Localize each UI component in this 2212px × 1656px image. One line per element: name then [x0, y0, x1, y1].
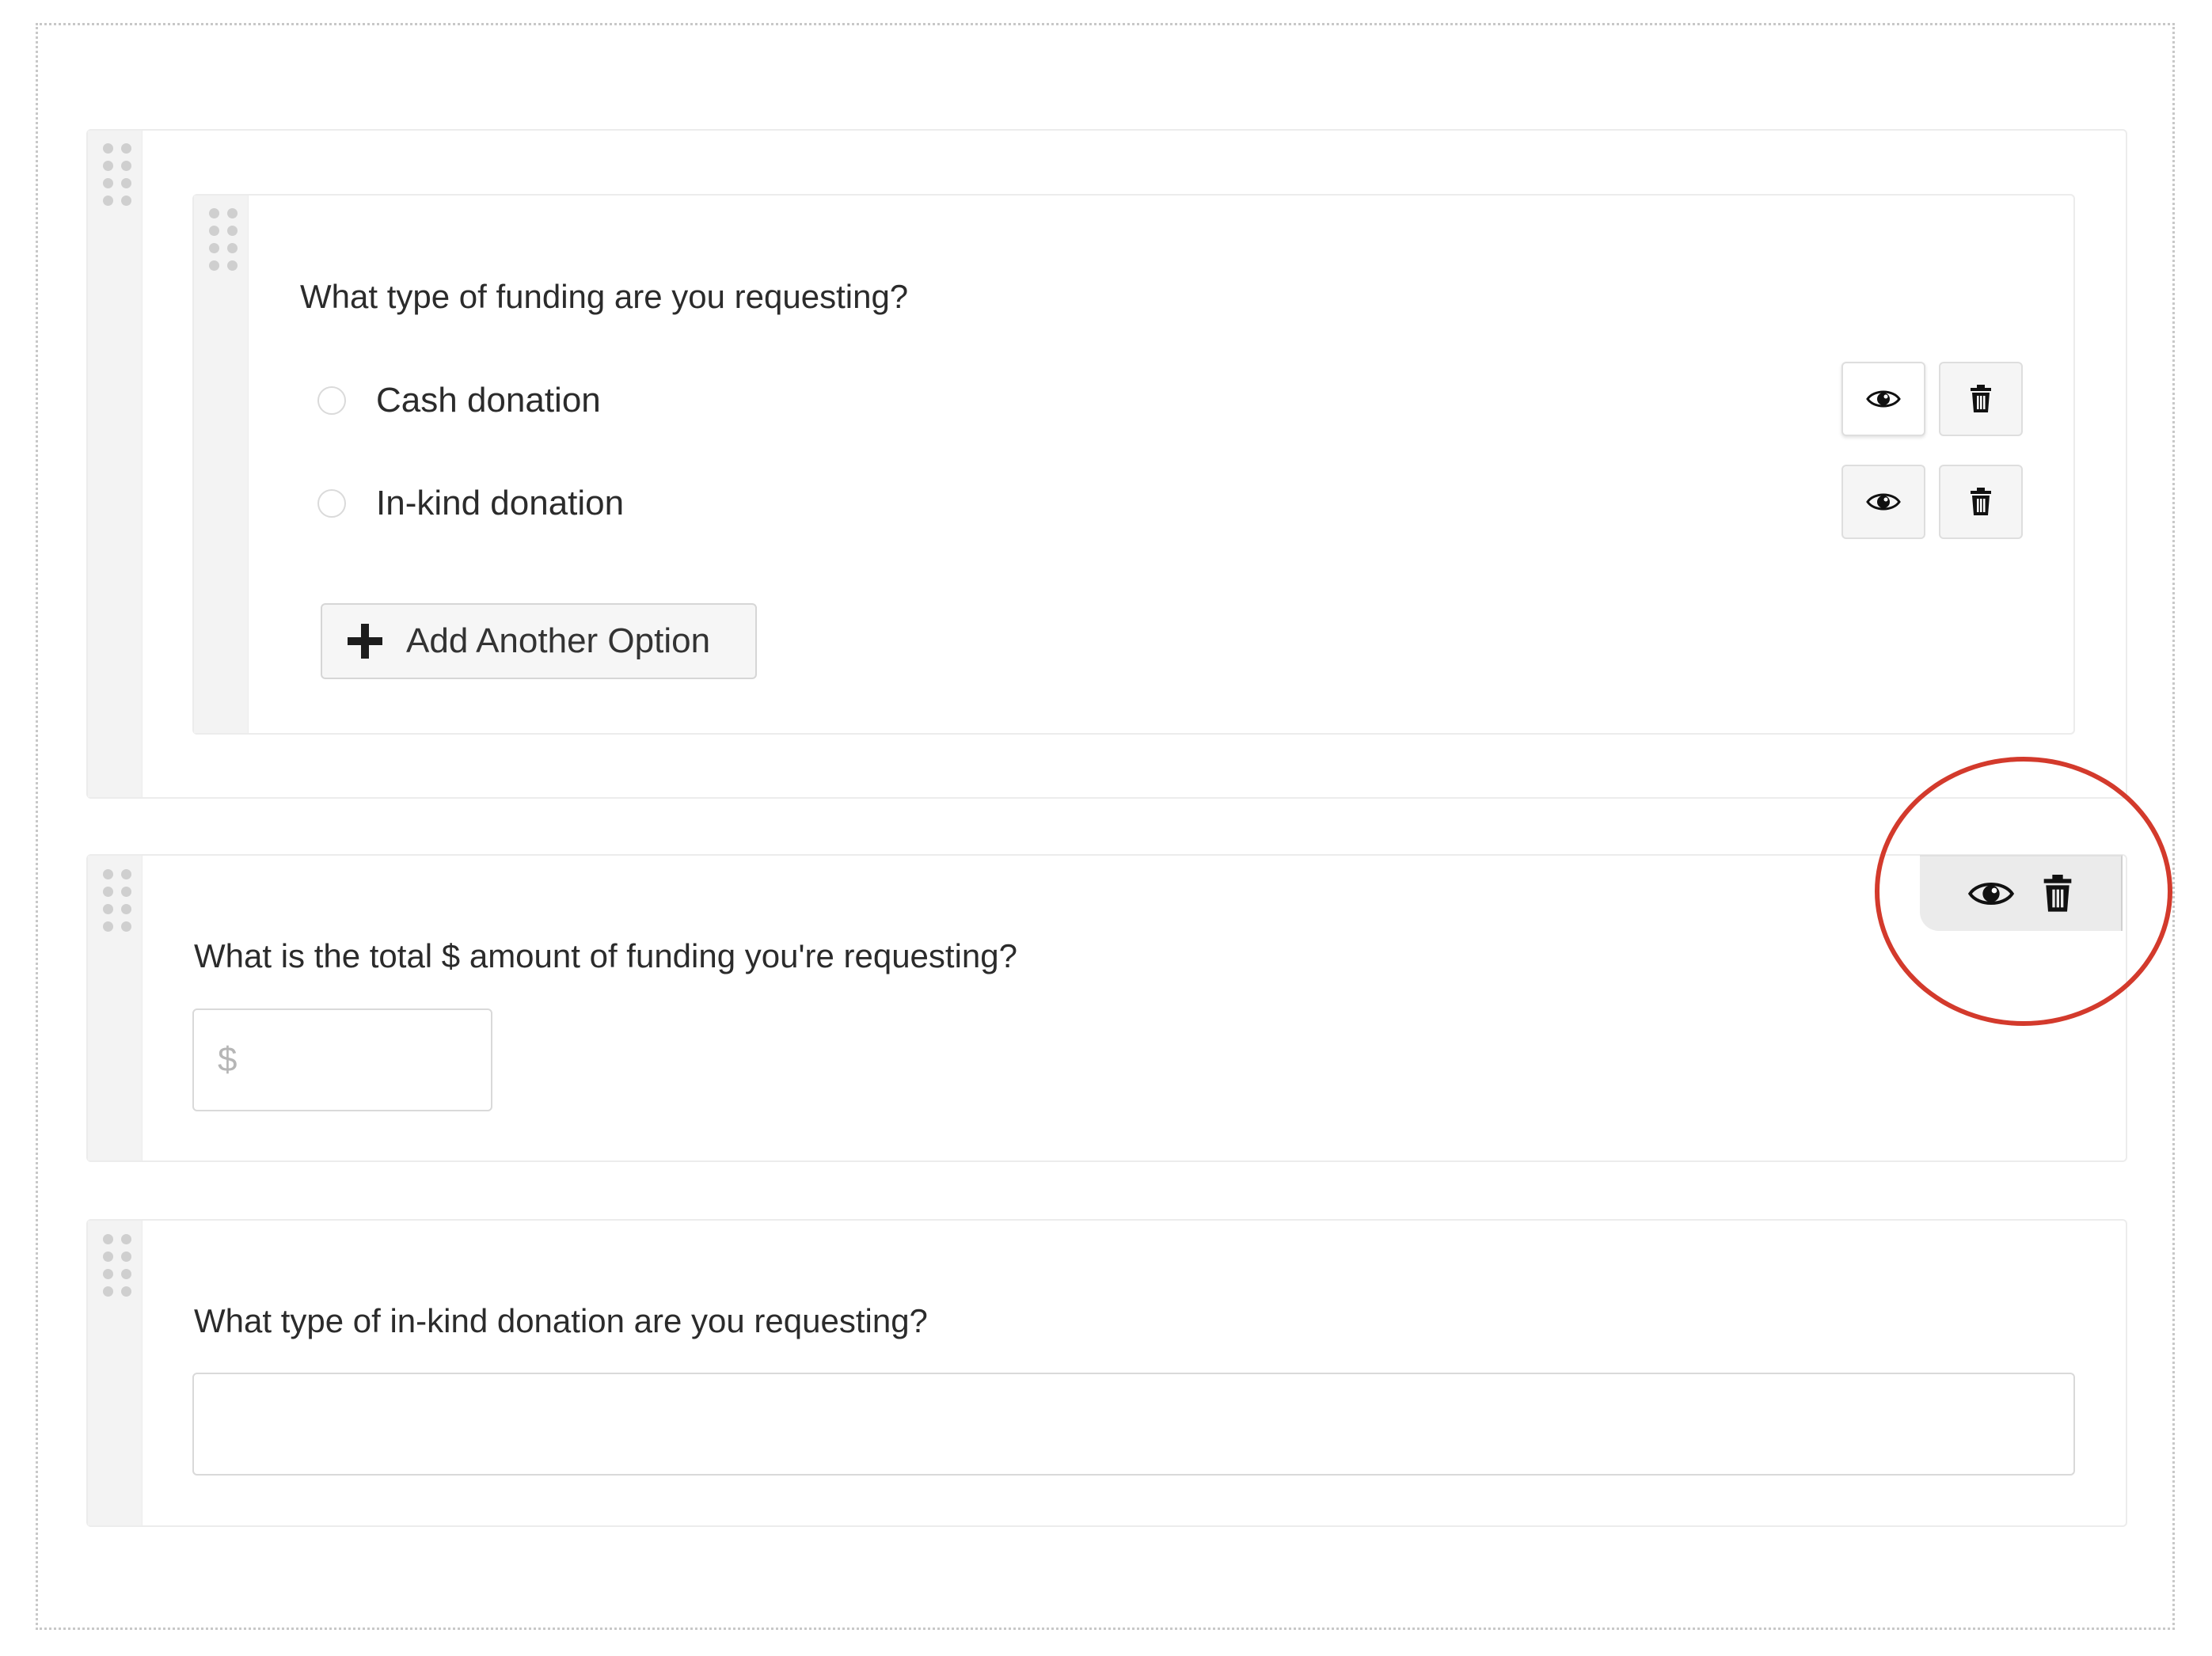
drag-handle-icon [209, 208, 238, 271]
trash-icon[interactable] [2042, 874, 2073, 913]
radio-in-kind-donation[interactable] [317, 489, 346, 518]
add-another-option-button[interactable]: Add Another Option [321, 603, 757, 679]
question-drag-handle[interactable] [194, 196, 249, 733]
eye-icon [1866, 387, 1901, 411]
group-drag-handle[interactable] [88, 131, 143, 797]
option-row-in-kind [317, 480, 346, 527]
question-drag-handle[interactable] [88, 856, 143, 1160]
radio-cash-donation[interactable] [317, 386, 346, 415]
amount-input[interactable] [192, 1008, 492, 1111]
drag-handle-icon [103, 869, 131, 932]
option-delete-button[interactable] [1939, 362, 2023, 436]
trash-icon [1969, 385, 1993, 413]
option-label[interactable]: Cash donation [376, 381, 601, 420]
drag-handle-icon [103, 143, 131, 206]
option-row-cash [317, 377, 346, 424]
trash-icon [1969, 488, 1993, 516]
question-title: What type of funding are you requesting? [300, 278, 909, 315]
plus-icon [348, 624, 382, 659]
option-delete-button[interactable] [1939, 465, 2023, 539]
eye-icon[interactable] [1967, 878, 2015, 910]
option-visibility-button[interactable] [1841, 362, 1925, 436]
question-title: What is the total $ amount of funding yo… [194, 937, 1017, 974]
add-option-label: Add Another Option [406, 621, 711, 660]
option-visibility-button[interactable] [1841, 465, 1925, 539]
question-drag-handle[interactable] [88, 1221, 143, 1525]
eye-icon [1866, 490, 1901, 514]
question-title: What type of in-kind donation are you re… [194, 1302, 928, 1339]
option-label[interactable]: In-kind donation [376, 484, 624, 523]
in-kind-type-input[interactable] [192, 1373, 2075, 1476]
drag-handle-icon [103, 1234, 131, 1297]
question-hover-toolbar [1920, 855, 2123, 931]
